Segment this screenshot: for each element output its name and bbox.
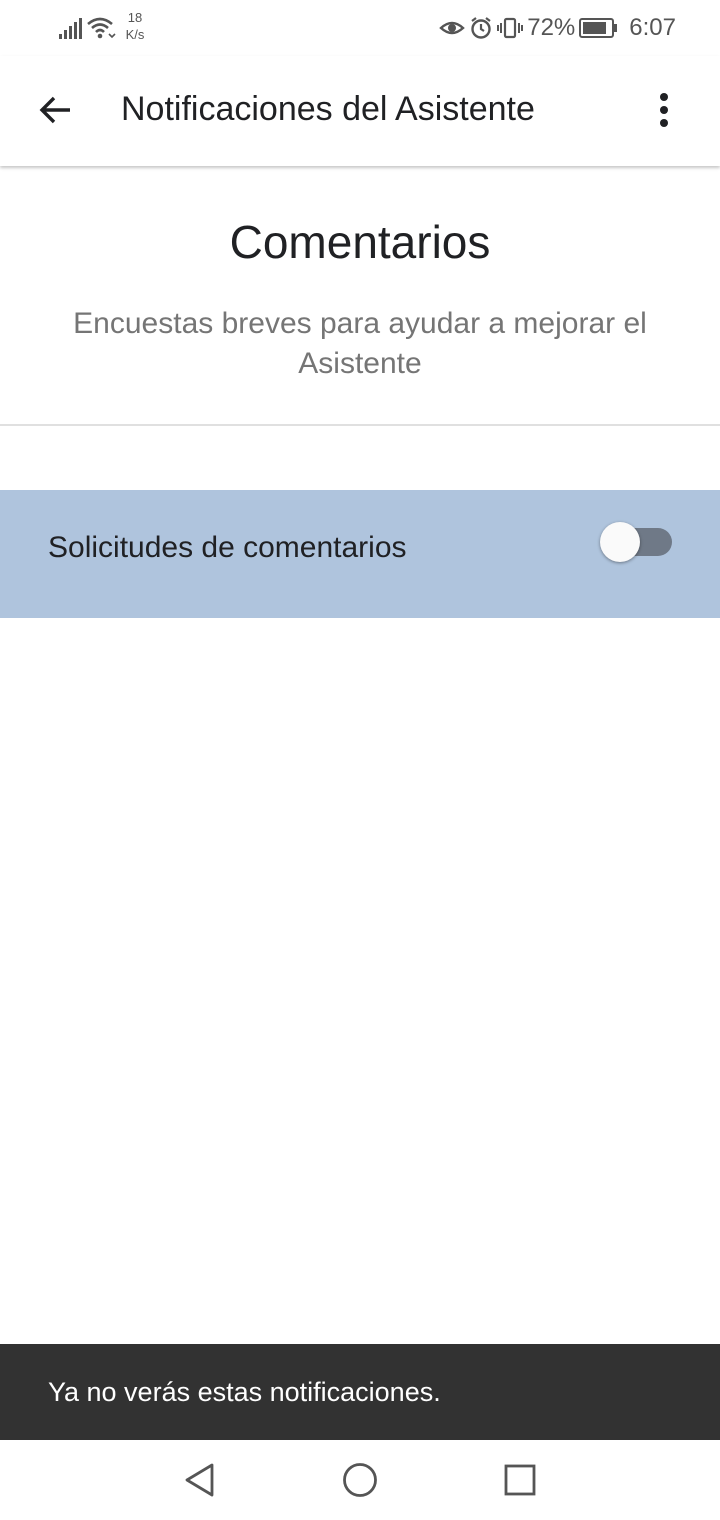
alarm-icon [471,17,491,39]
nav-recents-icon [504,1464,536,1496]
feedback-requests-toggle[interactable] [600,520,676,564]
system-nav-bar [0,1440,720,1520]
more-vert-icon [660,93,668,127]
page-title: Notificaciones del Asistente [121,90,535,128]
snackbar-message: Ya no verás estas notificaciones. [48,1377,441,1407]
wifi-icon [87,17,116,39]
toggle-knob [600,522,640,562]
network-speed-unit: K/s [125,27,145,42]
more-options-button[interactable] [632,78,696,142]
network-speed-value: 18 [127,10,143,25]
nav-home-button[interactable] [332,1452,388,1508]
section-subtitle: Encuestas breves para ayudar a mejorar e… [73,307,647,380]
setting-label: Solicitudes de comentarios [48,531,407,564]
back-button[interactable] [24,78,88,142]
snackbar: Ya no verás estas notificaciones. [0,1344,720,1440]
app-bar: Notificaciones del Asistente [0,56,720,166]
nav-home-icon [343,1463,377,1497]
network-speed: 18 K/s [122,9,148,43]
signal-icon [59,18,82,39]
clock: 6:07 [629,14,676,41]
status-right: 72% 6:07 [439,10,676,46]
nav-recents-button[interactable] [492,1452,548,1508]
nav-back-icon [185,1463,214,1497]
arrow-left-icon [39,96,70,124]
status-bar: 18 K/s 72% 6:07 [0,0,720,56]
setting-row-feedback-requests[interactable]: Solicitudes de comentarios [0,490,720,618]
section-header: Comentarios Encuestas breves para ayudar… [0,166,720,426]
section-title: Comentarios [229,216,491,268]
eye-icon [439,21,466,35]
vibrate-icon [497,17,524,39]
battery-icon [579,18,618,38]
nav-back-button[interactable] [172,1452,228,1508]
battery-percent: 72% [527,14,576,41]
status-left [58,10,116,46]
